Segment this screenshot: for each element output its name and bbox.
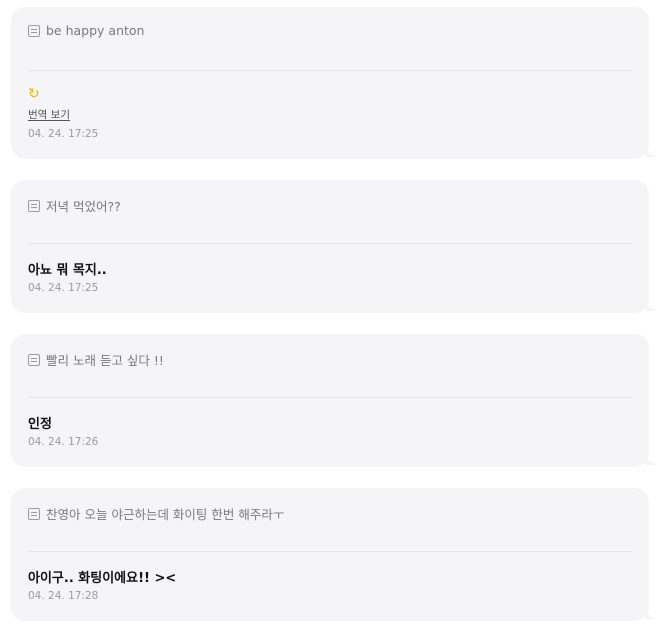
divider bbox=[28, 243, 632, 244]
timestamp: 04. 24. 17:26 bbox=[28, 436, 99, 448]
reply-text: 인정 bbox=[28, 417, 52, 432]
divider bbox=[28, 70, 632, 71]
quoted-message: be happy anton bbox=[28, 23, 632, 38]
divider bbox=[28, 551, 632, 552]
timestamp: 04. 24. 17:25 bbox=[28, 128, 99, 140]
quote-icon bbox=[28, 24, 40, 37]
reply-text: 아뇨 뭐 목지.. bbox=[28, 263, 107, 278]
quoted-message: 찬영아 오늘 야근하는데 화이팅 한번 해주라ㅜ bbox=[28, 504, 632, 523]
divider bbox=[28, 397, 632, 398]
quoted-text: 빨리 노래 듣고 싶다 !! bbox=[46, 353, 164, 368]
quoted-message: 저녁 먹었어?? bbox=[28, 196, 632, 215]
quote-icon bbox=[28, 507, 40, 520]
message-card: be happy anton ↻ 번역 보기 04. 24. 17:25 bbox=[11, 7, 656, 159]
timestamp: 04. 24. 17:28 bbox=[28, 590, 99, 602]
quote-icon bbox=[28, 199, 40, 212]
reply-emoji-icon: ↻ bbox=[28, 86, 40, 102]
quote-icon bbox=[28, 353, 40, 366]
message-card: 빨리 노래 듣고 싶다 !! 인정 04. 24. 17:26 bbox=[11, 334, 656, 467]
timestamp: 04. 24. 17:25 bbox=[28, 282, 99, 294]
quoted-text: 찬영아 오늘 야근하는데 화이팅 한번 해주라ㅜ bbox=[46, 507, 285, 522]
quoted-text: be happy anton bbox=[46, 23, 145, 38]
message-card: 저녁 먹었어?? 아뇨 뭐 목지.. 04. 24. 17:25 bbox=[11, 180, 656, 313]
message-card: 찬영아 오늘 야근하는데 화이팅 한번 해주라ㅜ 아이구.. 화팅이에요!! >… bbox=[11, 488, 656, 621]
translate-link[interactable]: 번역 보기 bbox=[28, 107, 70, 122]
quoted-message: 빨리 노래 듣고 싶다 !! bbox=[28, 350, 632, 369]
quoted-text: 저녁 먹었어?? bbox=[46, 199, 121, 214]
reply-text: 아이구.. 화팅이에요!! >< bbox=[28, 571, 177, 586]
